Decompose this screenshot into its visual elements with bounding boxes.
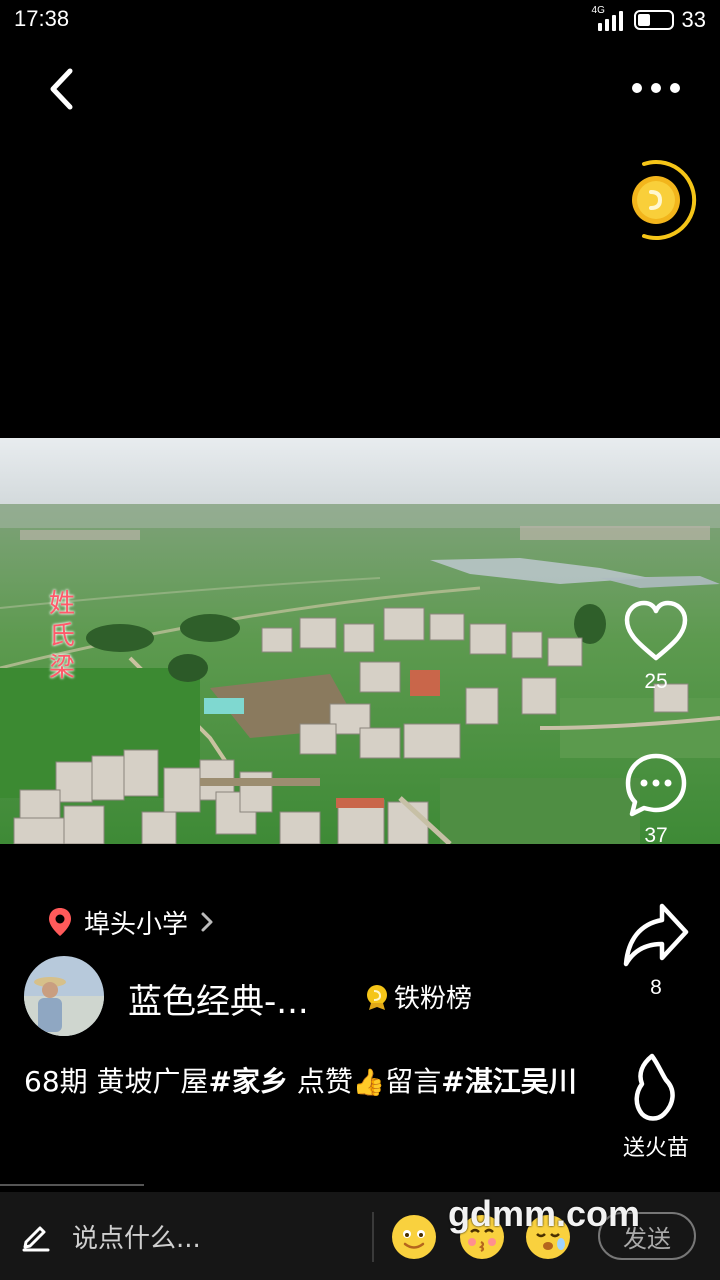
comment-input[interactable]: 说点什么...	[20, 1210, 360, 1262]
caption-text: 留言	[385, 1065, 442, 1098]
fan-rank-label: 铁粉榜	[394, 984, 473, 1014]
overlay-char: 氏	[48, 621, 75, 651]
send-fire-button[interactable]: 送火苗	[611, 1052, 701, 1162]
location-tag[interactable]: 埠头小学	[48, 902, 214, 942]
pencil-icon	[22, 1226, 50, 1252]
author-avatar[interactable]	[24, 956, 104, 1036]
battery-percent: 33	[681, 7, 706, 32]
chevron-left-icon	[50, 68, 73, 110]
separator	[372, 1212, 374, 1262]
chevron-right-icon	[201, 912, 213, 932]
network-type: 4G	[591, 5, 605, 16]
more-options-button[interactable]	[622, 70, 690, 106]
share-count: 8	[650, 976, 662, 999]
status-icons: 4G 33	[592, 5, 706, 34]
share-arrow-icon	[623, 903, 689, 967]
coin-icon	[632, 160, 697, 240]
speech-bubble-icon	[625, 753, 687, 817]
medal-icon	[367, 984, 387, 1010]
heart-icon	[624, 600, 688, 661]
dot-icon	[670, 83, 680, 93]
comment-count: 37	[644, 824, 668, 847]
coin-reward-widget[interactable]	[620, 156, 700, 244]
dot-icon	[651, 83, 661, 93]
location-label: 埠头小学	[84, 909, 189, 940]
back-button[interactable]	[40, 64, 86, 114]
smile-emoji-icon[interactable]	[391, 1214, 437, 1260]
comment-button[interactable]: 37	[611, 750, 701, 848]
progress-divider	[0, 1184, 144, 1186]
thumbs-up-emoji: 👍	[352, 1068, 386, 1098]
share-button[interactable]: 8	[611, 900, 701, 1000]
like-count: 25	[644, 670, 668, 693]
hashtag[interactable]: #湛江吴川	[441, 1065, 576, 1098]
fan-rank-badge[interactable]: 铁粉榜	[364, 978, 472, 1015]
overlay-char: 梁	[48, 653, 75, 683]
like-button[interactable]: 25	[611, 598, 701, 694]
status-bar: 17:38 4G 33	[0, 0, 720, 40]
status-time: 17:38	[14, 6, 70, 31]
hashtag[interactable]: #家乡	[209, 1065, 288, 1098]
location-pin-icon	[49, 908, 71, 936]
video-caption: 68期 黄坡广屋#家乡 点赞👍留言#湛江吴川	[24, 1062, 584, 1103]
overlay-char: 姓	[48, 589, 75, 619]
video-overlay-text: 姓 氏 梁	[46, 588, 78, 684]
send-fire-label: 送火苗	[622, 1135, 689, 1160]
author-name[interactable]: 蓝色经典-...	[128, 974, 309, 1023]
caption-text: 68期 黄坡广屋	[24, 1065, 209, 1098]
caption-text: 点赞	[288, 1065, 353, 1098]
dot-icon	[632, 83, 642, 93]
signal-icon: 4G	[592, 5, 626, 31]
comment-placeholder: 说点什么...	[72, 1223, 201, 1254]
watermark: gdmm.com	[448, 1193, 641, 1234]
battery-icon	[633, 10, 674, 30]
avatar-image	[24, 956, 104, 1036]
flame-icon	[634, 1053, 675, 1121]
